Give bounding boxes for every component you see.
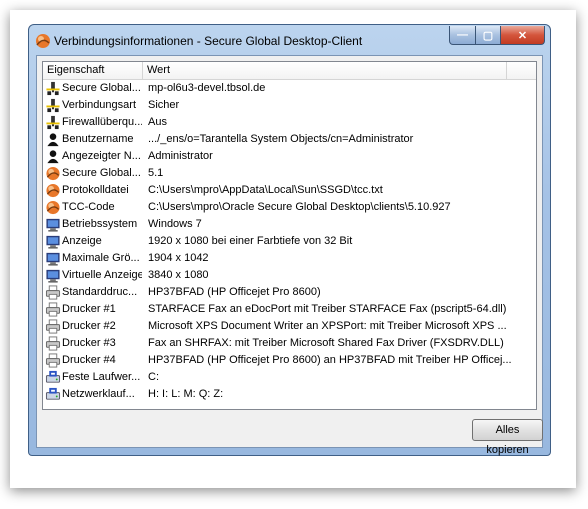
property-name: Betriebssystem <box>62 218 138 230</box>
network-connection-icon <box>45 115 61 130</box>
property-name: Maximale Grö... <box>62 252 140 264</box>
property-name: Virtuelle Anzeige <box>62 269 142 281</box>
property-name: Netzwerklauf... <box>62 388 135 400</box>
minimize-button[interactable]: — <box>449 26 476 45</box>
list-item[interactable]: Protokolldatei C:\Users\mpro\AppData\Loca… <box>43 182 536 199</box>
maximize-button[interactable]: ▢ <box>475 26 501 45</box>
property-name: Firewallüberqu... <box>62 116 142 128</box>
computer-icon <box>45 268 61 283</box>
sgd-app-icon <box>36 34 50 48</box>
list-item[interactable]: Standarddruc... HP37BFAD (HP Officejet Pr… <box>43 284 536 301</box>
property-value: C: <box>148 371 159 383</box>
properties-list[interactable]: Eigenschaft Wert Secure Global... mp-ol6u… <box>42 61 537 410</box>
sgd-logo-icon <box>45 166 61 181</box>
property-name: Drucker #3 <box>62 337 116 349</box>
close-icon: ✕ <box>517 29 528 42</box>
property-value: 1904 x 1042 <box>148 252 209 264</box>
column-header-value[interactable]: Wert <box>143 62 507 79</box>
property-name: TCC-Code <box>62 201 115 213</box>
property-name: Drucker #1 <box>62 303 116 315</box>
property-name: Verbindungsart <box>62 99 136 111</box>
printer-icon <box>45 302 61 317</box>
list-item[interactable]: Virtuelle Anzeige 3840 x 1080 <box>43 267 536 284</box>
list-item[interactable]: Anzeige 1920 x 1080 bei einer Farbtiefe … <box>43 233 536 250</box>
printer-icon <box>45 285 61 300</box>
printer-icon <box>45 353 61 368</box>
property-value: HP37BFAD (HP Officejet Pro 8600) <box>148 286 321 298</box>
property-value: HP37BFAD (HP Officejet Pro 8600) an HP37… <box>148 354 512 366</box>
close-button[interactable]: ✕ <box>500 26 545 45</box>
user-icon <box>45 149 61 164</box>
sgd-logo-icon <box>45 200 61 215</box>
list-item[interactable]: Firewallüberqu... Aus <box>43 114 536 131</box>
property-value: STARFACE Fax an eDocPort mit Treiber STA… <box>148 303 507 315</box>
printer-icon <box>45 319 61 334</box>
list-item[interactable]: Feste Laufwer... C: <box>43 369 536 386</box>
property-name: Angezeigter N... <box>62 150 141 162</box>
connection-info-window: Verbindungsinformationen - Secure Global… <box>28 24 551 456</box>
list-item[interactable]: Verbindungsart Sicher <box>43 97 536 114</box>
user-icon <box>45 132 61 147</box>
list-header: Eigenschaft Wert <box>43 62 536 80</box>
printer-icon <box>45 336 61 351</box>
property-name: Benutzername <box>62 133 134 145</box>
network-connection-icon <box>45 81 61 96</box>
list-item[interactable]: Drucker #4 HP37BFAD (HP Officejet Pro 860… <box>43 352 536 369</box>
list-item[interactable]: Benutzername .../_ens/o=Tarantella System… <box>43 131 536 148</box>
title-bar[interactable]: Verbindungsinformationen - Secure Global… <box>29 25 550 55</box>
property-name: Anzeige <box>62 235 102 247</box>
network-connection-icon <box>45 98 61 113</box>
sgd-logo-icon <box>45 183 61 198</box>
property-name: Standarddruc... <box>62 286 138 298</box>
list-item[interactable]: Drucker #1 STARFACE Fax an eDocPort mit T… <box>43 301 536 318</box>
property-value: Windows 7 <box>148 218 202 230</box>
property-value: C:\Users\mpro\Oracle Secure Global Deskt… <box>148 201 451 213</box>
computer-icon <box>45 217 61 232</box>
list-item[interactable]: Drucker #3 Fax an SHRFAX: mit Treiber Mic… <box>43 335 536 352</box>
property-value: Sicher <box>148 99 180 111</box>
list-item[interactable]: Maximale Grö... 1904 x 1042 <box>43 250 536 267</box>
copy-all-button[interactable]: Alles kopieren <box>472 419 543 456</box>
property-value: Fax an SHRFAX: mit Treiber Microsoft Sha… <box>148 337 504 349</box>
list-item[interactable]: Secure Global... 5.1 <box>43 165 536 182</box>
property-value: Administrator <box>148 150 213 162</box>
list-item[interactable]: Angezeigter N... Administrator <box>43 148 536 165</box>
property-name: Drucker #2 <box>62 320 116 332</box>
property-value: C:\Users\mpro\AppData\Local\Sun\SSGD\tcc… <box>148 184 383 196</box>
property-value: mp-ol6u3-devel.tbsol.de <box>148 82 266 94</box>
property-value: Microsoft XPS Document Writer an XPSPort… <box>148 320 507 332</box>
maximize-icon: ▢ <box>482 29 494 42</box>
property-value: 5.1 <box>148 167 164 179</box>
property-value: Aus <box>148 116 167 128</box>
list-item[interactable]: Netzwerklauf... H: I: L: M: Q: Z: <box>43 386 536 403</box>
property-value: H: I: L: M: Q: Z: <box>148 388 224 400</box>
drive-icon <box>45 387 61 402</box>
property-name: Feste Laufwer... <box>62 371 141 383</box>
property-name: Secure Global... <box>62 167 141 179</box>
minimize-icon: — <box>457 29 468 41</box>
list-item[interactable]: Drucker #2 Microsoft XPS Document Writer … <box>43 318 536 335</box>
property-value: 3840 x 1080 <box>148 269 209 281</box>
list-item[interactable]: TCC-Code C:\Users\mpro\Oracle Secure Glob… <box>43 199 536 216</box>
drive-icon <box>45 370 61 385</box>
column-header-property[interactable]: Eigenschaft <box>43 62 143 79</box>
property-name: Drucker #4 <box>62 354 116 366</box>
window-title: Verbindungsinformationen - Secure Global… <box>54 34 363 48</box>
property-value: 1920 x 1080 bei einer Farbtiefe von 32 B… <box>148 235 353 247</box>
computer-icon <box>45 251 61 266</box>
property-name: Protokolldatei <box>62 184 129 196</box>
property-value: .../_ens/o=Tarantella System Objects/cn=… <box>148 133 414 145</box>
computer-icon <box>45 234 61 249</box>
list-item[interactable]: Betriebssystem Windows 7 <box>43 216 536 233</box>
list-item[interactable]: Secure Global... mp-ol6u3-devel.tbsol.de <box>43 80 536 97</box>
dialog-body: Eigenschaft Wert Secure Global... mp-ol6u… <box>36 55 543 456</box>
property-name: Secure Global... <box>62 82 141 94</box>
